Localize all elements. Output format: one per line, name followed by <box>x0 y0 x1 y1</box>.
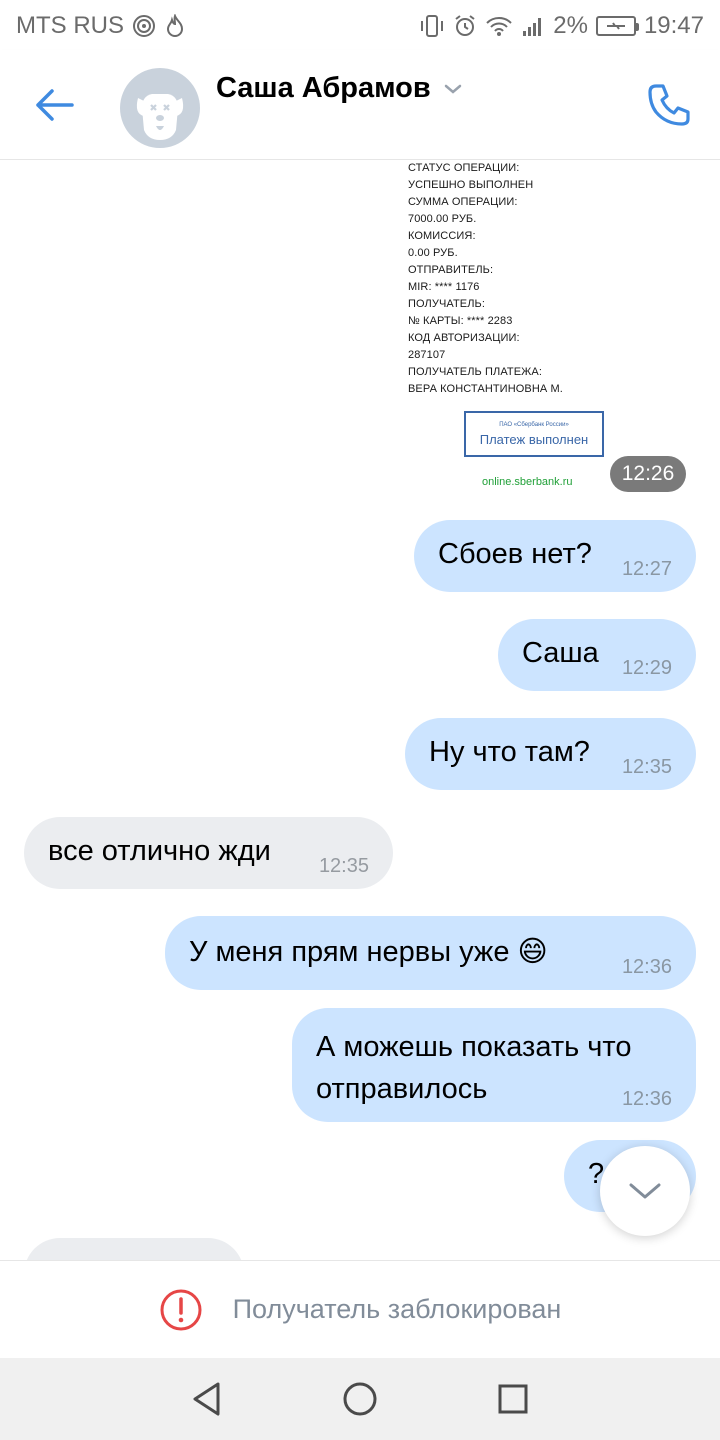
message-time: 12:35 <box>621 756 672 778</box>
back-button[interactable] <box>26 80 82 130</box>
square-recents-icon <box>498 1384 528 1414</box>
battery-icon <box>595 16 639 36</box>
scroll-down-button[interactable] <box>600 1146 690 1236</box>
message-bubble-incoming[interactable]: все отлично жди 12:35 <box>24 817 393 889</box>
phone-icon <box>648 84 690 126</box>
message-time: 12:36 <box>621 1088 672 1110</box>
chevron-down-icon <box>444 84 461 94</box>
nav-recents-button[interactable] <box>483 1369 543 1429</box>
alert-circle-icon <box>160 1289 202 1330</box>
contact-title[interactable]: Саша Абрамов <box>216 72 463 105</box>
triangle-back-icon <box>193 1382 220 1416</box>
chevron-down-icon <box>629 1183 661 1199</box>
carrier-label: MTS RUS <box>16 12 124 39</box>
deactivated-dog-icon <box>136 94 184 140</box>
chat-header: Саша Абрамов <box>0 50 720 160</box>
clock: 19:47 <box>643 12 704 39</box>
receipt-site: online.sberbank.ru <box>482 476 573 488</box>
message-text: Ну что там? <box>429 736 590 768</box>
alarm-icon <box>453 14 477 38</box>
message-bubble-incoming[interactable] <box>24 1238 244 1260</box>
message-text: Сбоев нет? <box>438 538 592 570</box>
message-bubble[interactable]: Ну что там? 12:35 <box>405 718 696 790</box>
message-list[interactable]: СТАТУС ОПЕРАЦИИ: УСПЕШНО ВЫПОЛНЕН СУММА … <box>0 160 720 1260</box>
circle-home-icon <box>343 1382 377 1416</box>
message-time: 12:27 <box>621 558 672 580</box>
call-button[interactable] <box>644 80 694 130</box>
message-time: 12:36 <box>621 956 672 978</box>
image-time: 12:26 <box>610 456 686 492</box>
payment-stamp: ПАО «Сбербанк России» Платеж выполнен <box>464 411 604 457</box>
message-time: 12:35 <box>318 855 369 877</box>
message-bubble[interactable]: Сбоев нет? 12:27 <box>414 520 696 592</box>
message-text: все отлично жди <box>48 835 271 867</box>
message-time: 12:29 <box>621 657 672 679</box>
nav-back-button[interactable] <box>177 1369 237 1429</box>
target-icon <box>132 14 156 38</box>
grinning-face-emoji: 😄 <box>517 936 548 968</box>
battery-percent: 2% <box>553 12 588 39</box>
stamp-bank-name: ПАО «Сбербанк России» <box>499 421 569 428</box>
flame-icon <box>164 14 186 38</box>
nav-home-button[interactable] <box>330 1369 390 1429</box>
message-bubble[interactable]: А можешь показать что отправилось 12:36 <box>292 1008 696 1122</box>
stamp-label: Платеж выполнен <box>479 431 589 447</box>
message-bubble[interactable]: У меня прям нервы уже 😄 12:36 <box>165 916 696 990</box>
contact-name: Саша Абрамов <box>216 72 431 104</box>
avatar[interactable] <box>120 68 200 148</box>
message-text: Саша <box>522 637 599 669</box>
message-text: У меня прям нервы уже 😄 <box>189 936 548 968</box>
receipt-text: СТАТУС ОПЕРАЦИИ: УСПЕШНО ВЫПОЛНЕН СУММА … <box>408 162 563 395</box>
system-nav-bar <box>0 1358 720 1440</box>
signal-icon <box>521 15 545 37</box>
message-text: А можешь показать что отправилось <box>316 1031 632 1105</box>
vibrate-icon <box>419 14 445 38</box>
blocked-notice: Получатель заблокирован <box>0 1260 720 1358</box>
blocked-text: Получатель заблокирован <box>232 1294 562 1324</box>
status-bar: MTS RUS 2% 19:47 <box>0 0 720 50</box>
message-bubble[interactable]: Саша 12:29 <box>498 619 696 691</box>
receipt-image[interactable]: СТАТУС ОПЕРАЦИИ: УСПЕШНО ВЫПОЛНЕН СУММА … <box>400 160 618 498</box>
wifi-icon <box>485 15 513 37</box>
arrow-left-icon <box>36 89 74 121</box>
